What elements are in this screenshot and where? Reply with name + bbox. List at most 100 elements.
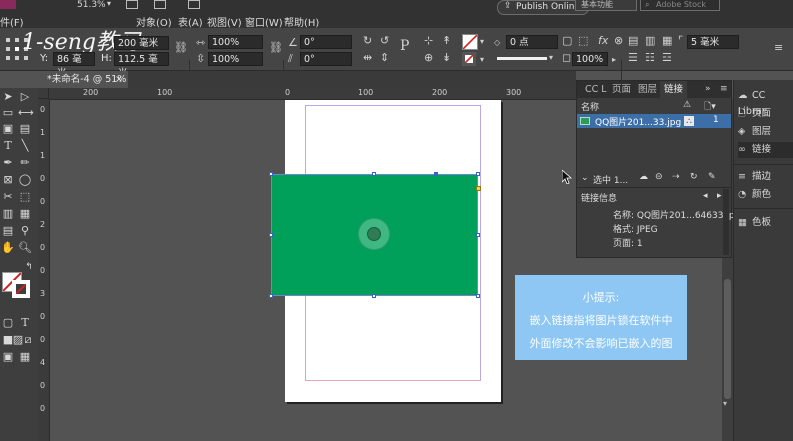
effects-icon[interactable]: ⬚ xyxy=(578,35,588,47)
prev-link-icon[interactable]: ◂ xyxy=(703,191,708,201)
resize-handle-bl[interactable] xyxy=(269,294,273,298)
scale-x-field[interactable]: 100% xyxy=(208,35,263,49)
menu-file[interactable]: 件(F) xyxy=(0,14,24,29)
formatting-container-icon[interactable]: ▢ xyxy=(1,316,15,330)
resize-handle-tm[interactable] xyxy=(372,172,376,176)
scroll-down-icon[interactable]: ▾ xyxy=(723,399,727,408)
fill-stroke-swatch[interactable] xyxy=(2,272,32,298)
scale-link-icon[interactable]: ⛓ xyxy=(269,42,283,54)
goto-link-icon[interactable]: ⇢ xyxy=(672,172,680,182)
apply-none-icon[interactable]: ⧄ xyxy=(21,333,35,347)
content-collector-icon[interactable]: ▣ xyxy=(1,122,15,136)
content-grabber-center[interactable] xyxy=(367,227,381,241)
next-link-icon[interactable]: ▸ xyxy=(717,191,722,201)
constrain-proportions-icon[interactable]: ⛓ xyxy=(174,42,188,54)
zoom-value[interactable]: 51.3% xyxy=(77,0,106,10)
corner-shape-icon[interactable]: ⌜ xyxy=(678,35,683,47)
arrange-icon[interactable] xyxy=(188,0,200,9)
pencil-tool-icon[interactable]: ✏ xyxy=(18,156,32,170)
scrollbar-thumb[interactable] xyxy=(724,279,731,399)
stroke-weight-field[interactable]: 0 点 xyxy=(506,35,558,49)
panel-collapse-icon[interactable]: » xyxy=(705,84,711,94)
y-field[interactable]: 86 毫米 xyxy=(53,52,95,79)
tab-cc-libraries[interactable]: CC L xyxy=(581,81,611,98)
line-tool-icon[interactable]: ╲ xyxy=(18,139,32,153)
resize-handle-mr[interactable] xyxy=(476,233,480,237)
screen-mode-preview-icon[interactable]: ▦ xyxy=(18,350,32,364)
vertical-ruler[interactable]: 0 1 1 0 0 2 0 0 3 0 0 4 0 0 xyxy=(38,99,50,441)
corner-options-handle[interactable] xyxy=(476,186,481,191)
tab-layers[interactable]: 图层 xyxy=(634,81,661,98)
ruler-origin[interactable] xyxy=(38,88,49,99)
note-tool-icon[interactable]: ▤ xyxy=(1,224,15,238)
panel-scrollbar[interactable] xyxy=(723,189,729,255)
selection-tool-icon[interactable]: ➤ xyxy=(1,90,15,104)
dock-layers[interactable]: ◈ 图层 xyxy=(738,124,793,140)
gradient-feather-tool-icon[interactable]: ▦ xyxy=(18,207,32,221)
pen-tool-icon[interactable]: ✒ xyxy=(1,156,15,170)
type-tool-icon[interactable]: T xyxy=(1,139,15,153)
rotate-ccw-icon[interactable]: ↺ xyxy=(380,35,389,47)
panel-menu-icon[interactable]: ≡ xyxy=(720,84,728,94)
flip-vertical-icon[interactable]: ⇕ xyxy=(380,52,389,64)
rectangle-frame-tool-icon[interactable]: ⊠ xyxy=(1,173,15,187)
relink-icon[interactable]: ⊝ xyxy=(655,172,663,182)
h-field[interactable]: 112.5 毫米 xyxy=(114,52,169,79)
zoom-dropdown-icon[interactable]: ▾ xyxy=(107,0,111,8)
flip-indicator-icon[interactable]: P xyxy=(400,39,409,53)
tab-links[interactable]: 链接 xyxy=(660,81,688,98)
menu-object[interactable]: 对象(O) xyxy=(136,14,172,29)
dock-cc-libraries[interactable]: ☁ CC Librar xyxy=(738,88,793,117)
menu-table[interactable]: 表(A) xyxy=(178,14,203,29)
menu-help[interactable]: 帮助(H) xyxy=(284,14,319,29)
resize-handle-br[interactable] xyxy=(476,294,480,298)
select-next-icon[interactable]: ↡ xyxy=(442,52,451,64)
resize-handle-bm[interactable] xyxy=(372,294,376,298)
dock-pages[interactable]: 🗋︎ 页面 xyxy=(738,106,793,122)
link-row[interactable]: QQ图片201...33.jpg ⛬ 1 xyxy=(577,114,731,128)
text-wrap-box-icon[interactable]: ▥ xyxy=(645,35,655,47)
clear-effects-icon[interactable]: ⊗ xyxy=(614,35,623,47)
opacity-field[interactable]: 100% xyxy=(572,52,608,66)
page-tool-icon[interactable]: ▭ xyxy=(1,106,15,120)
fx-icon[interactable]: fx xyxy=(598,35,608,47)
drop-shadow-icon[interactable]: ◻ xyxy=(562,52,571,64)
eyedropper-tool-icon[interactable]: ⚲ xyxy=(18,224,32,238)
free-transform-tool-icon[interactable]: ⬚ xyxy=(18,190,32,204)
column-name-header[interactable]: 名称 xyxy=(581,100,599,113)
w-field[interactable]: 200 毫米 xyxy=(114,36,169,50)
screen-mode-icon[interactable] xyxy=(154,0,166,9)
rotate-field[interactable]: 0° xyxy=(300,35,352,49)
opacity-dropdown-icon[interactable]: ▸ xyxy=(612,54,616,66)
fx-square-icon[interactable]: ▢ xyxy=(562,35,572,47)
gradient-tool-icon[interactable]: ▥ xyxy=(1,207,15,221)
shear-field[interactable]: 0° xyxy=(300,52,352,66)
page-column-icon[interactable]: 🗋︎▾ xyxy=(704,99,716,115)
align-right-icon[interactable]: ☲ xyxy=(662,52,672,64)
expand-arrow-icon[interactable]: ⌄ xyxy=(581,173,589,183)
dimension-field[interactable]: 5 毫米 xyxy=(687,35,739,49)
stroke-none-swatch[interactable] xyxy=(462,52,476,66)
screen-mode-normal-icon[interactable]: ▣ xyxy=(1,350,15,364)
dock-links[interactable]: ∞ 链接 xyxy=(738,142,793,158)
workspace-switcher[interactable]: 基本功能 xyxy=(575,0,637,11)
menu-window[interactable]: 窗口(W) xyxy=(245,14,283,29)
close-tab-icon[interactable]: × xyxy=(115,71,123,88)
scale-y-field[interactable]: 100% xyxy=(208,52,263,66)
select-container-icon[interactable]: ⊹ xyxy=(424,35,433,47)
warning-column-icon[interactable]: ⚠ xyxy=(683,100,691,110)
hand-tool-icon[interactable]: ✋ xyxy=(1,241,15,255)
select-prev-icon[interactable]: ↟ xyxy=(442,35,451,47)
select-content-icon[interactable]: ⊕ xyxy=(424,52,433,64)
resize-handle-tr[interactable] xyxy=(476,172,480,176)
ellipse-tool-icon[interactable]: ◯ xyxy=(18,173,32,187)
dock-stroke[interactable]: ≡ 描边 xyxy=(738,169,793,185)
content-placer-icon[interactable]: ▤ xyxy=(18,122,32,136)
panel-menu-icon[interactable]: ≡ xyxy=(774,42,783,54)
fill-none-swatch[interactable] xyxy=(462,34,478,50)
edit-original-icon[interactable]: ✎ xyxy=(708,172,716,182)
stroke-dropdown-icon[interactable]: ▾ xyxy=(480,54,484,66)
fill-dropdown-icon[interactable]: ▾ xyxy=(480,36,484,48)
link-anchor-handle[interactable] xyxy=(434,172,438,176)
dock-swatches[interactable]: ▦ 色板 xyxy=(738,215,793,231)
